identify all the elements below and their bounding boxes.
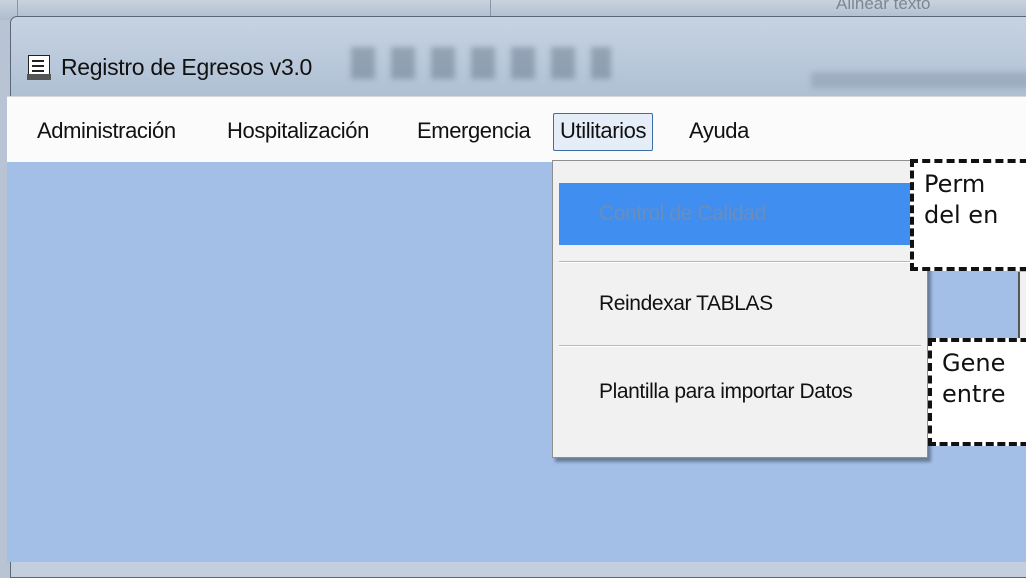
blurred-background-text	[811, 72, 1026, 88]
partial-window-edge	[1018, 272, 1026, 342]
menu-item-reindexar-tablas[interactable]: Reindexar TABLAS	[559, 273, 921, 335]
menu-item-control-de-calidad[interactable]: Control de Calidad	[559, 183, 921, 245]
window-title: Registro de Egresos v3.0	[61, 54, 313, 80]
callout-line: entre	[942, 380, 1006, 408]
menu-emergencia[interactable]: Emergencia	[411, 113, 536, 149]
callout-annotation: Perm del en	[910, 159, 1026, 271]
utilitarios-dropdown: Control de Calidad Reindexar TABLAS Plan…	[552, 160, 928, 458]
menu-administracion[interactable]: Administración	[31, 113, 182, 149]
menu-separator	[559, 261, 921, 263]
menu-utilitarios[interactable]: Utilitarios	[553, 113, 654, 151]
background-partial-text: Alinear texto	[836, 0, 931, 13]
blurred-background-toolbar	[351, 47, 611, 79]
menu-hospitalizacion[interactable]: Hospitalización	[221, 113, 375, 149]
callout-annotation: Gene entre	[928, 338, 1026, 446]
menu-bar: Administración Hospitalización Emergenci…	[7, 96, 1026, 163]
callout-line: Gene	[942, 349, 1006, 377]
menu-ayuda[interactable]: Ayuda	[683, 113, 755, 149]
callout-line: del en	[924, 201, 999, 229]
menu-item-plantilla-importar-datos[interactable]: Plantilla para importar Datos	[559, 361, 921, 423]
title-bar[interactable]: Registro de Egresos v3.0	[11, 17, 1026, 101]
callout-line: Perm	[924, 170, 986, 198]
menu-separator	[559, 345, 921, 347]
app-document-icon[interactable]	[27, 55, 51, 80]
